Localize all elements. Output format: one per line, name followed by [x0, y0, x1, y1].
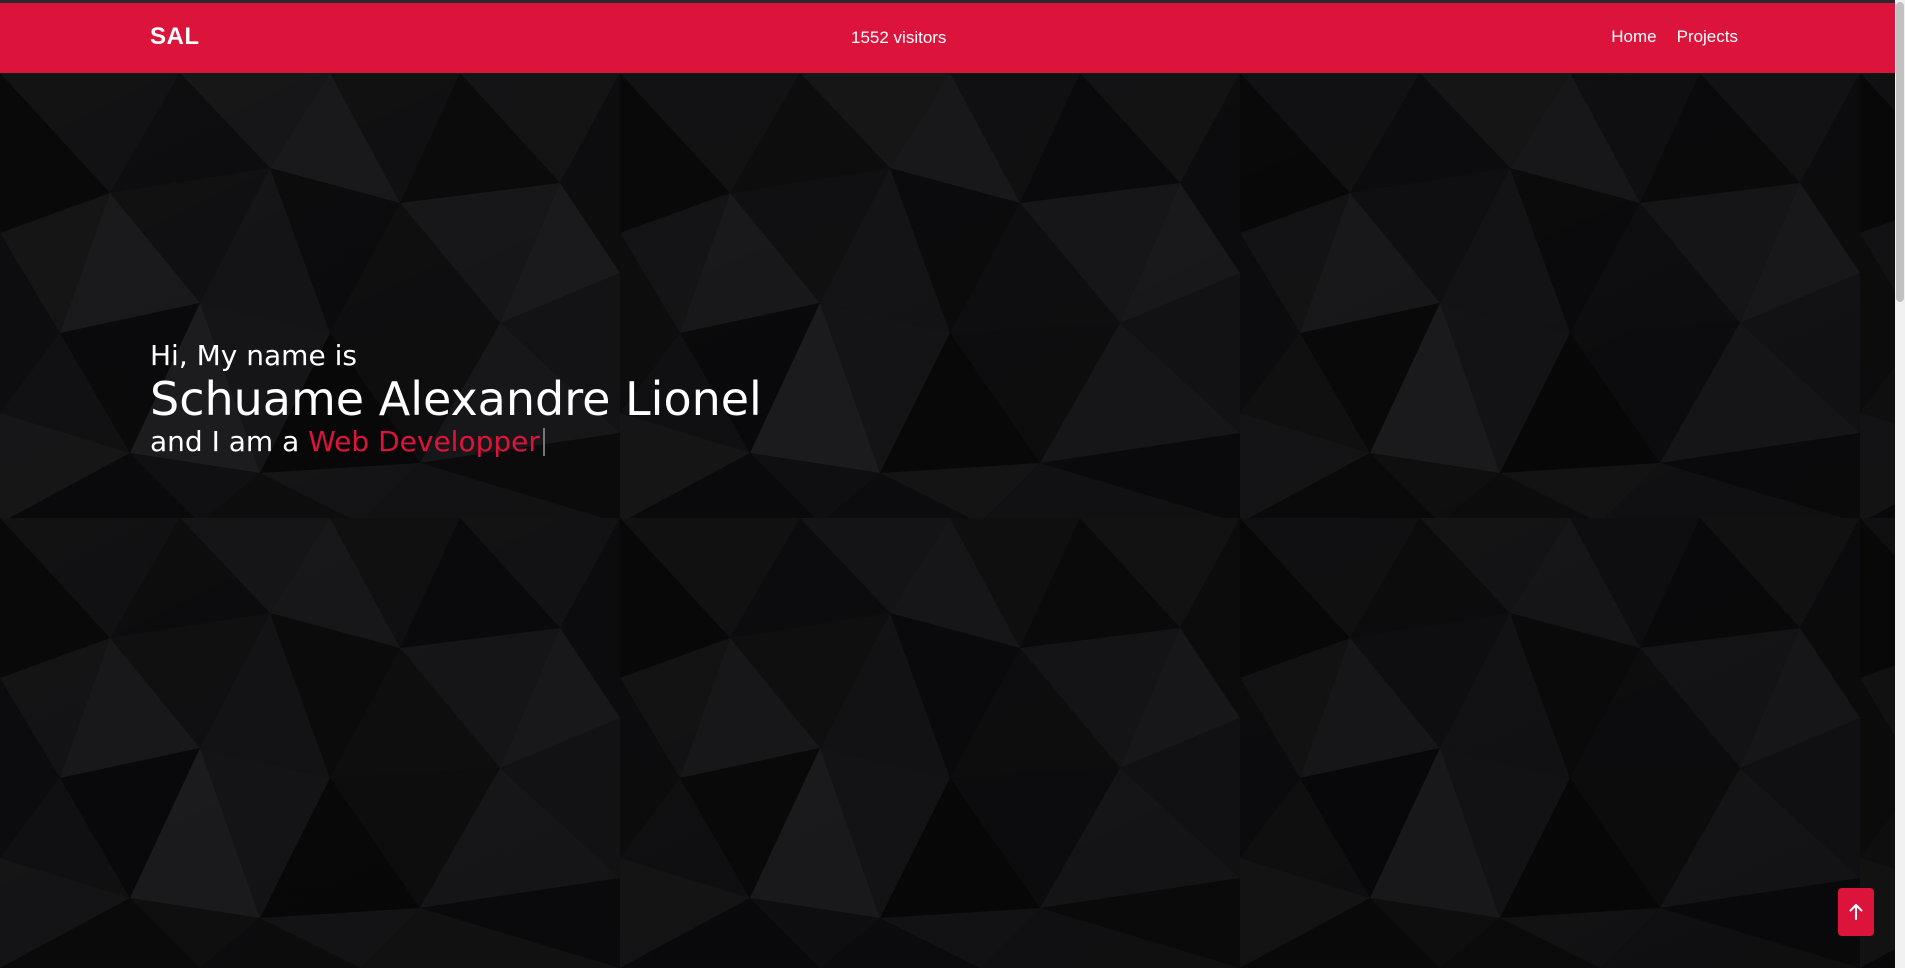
hero-section: Hi, My name is Schuame Alexandre Lionel … [150, 338, 762, 460]
navbar: SAL 1552 visitors Home Projects [0, 3, 1895, 73]
page: SAL 1552 visitors Home Projects Hi, My n… [0, 0, 1905, 968]
hero-background [0, 73, 1895, 968]
scroll-to-top-button[interactable] [1838, 888, 1874, 936]
page-scrollbar[interactable] [1895, 0, 1905, 968]
arrow-up-icon [1849, 904, 1863, 920]
nav-link-home[interactable]: Home [1611, 27, 1656, 47]
hero-role-line: and I am a Web Developper [150, 424, 762, 460]
scrollbar-thumb[interactable] [1896, 2, 1904, 302]
brand-logo[interactable]: SAL [150, 23, 200, 51]
visitor-counter: 1552 visitors [851, 28, 947, 47]
low-poly-pattern [0, 73, 1895, 968]
hero-name: Schuame Alexandre Lionel [150, 372, 762, 426]
hero-role-prefix: and I am a [150, 425, 300, 458]
nav-links: Home Projects [1611, 27, 1738, 47]
typing-cursor [542, 428, 545, 456]
hero-role: Web Developper [308, 425, 540, 458]
nav-link-projects[interactable]: Projects [1677, 27, 1738, 47]
hero-greeting: Hi, My name is [150, 339, 357, 372]
